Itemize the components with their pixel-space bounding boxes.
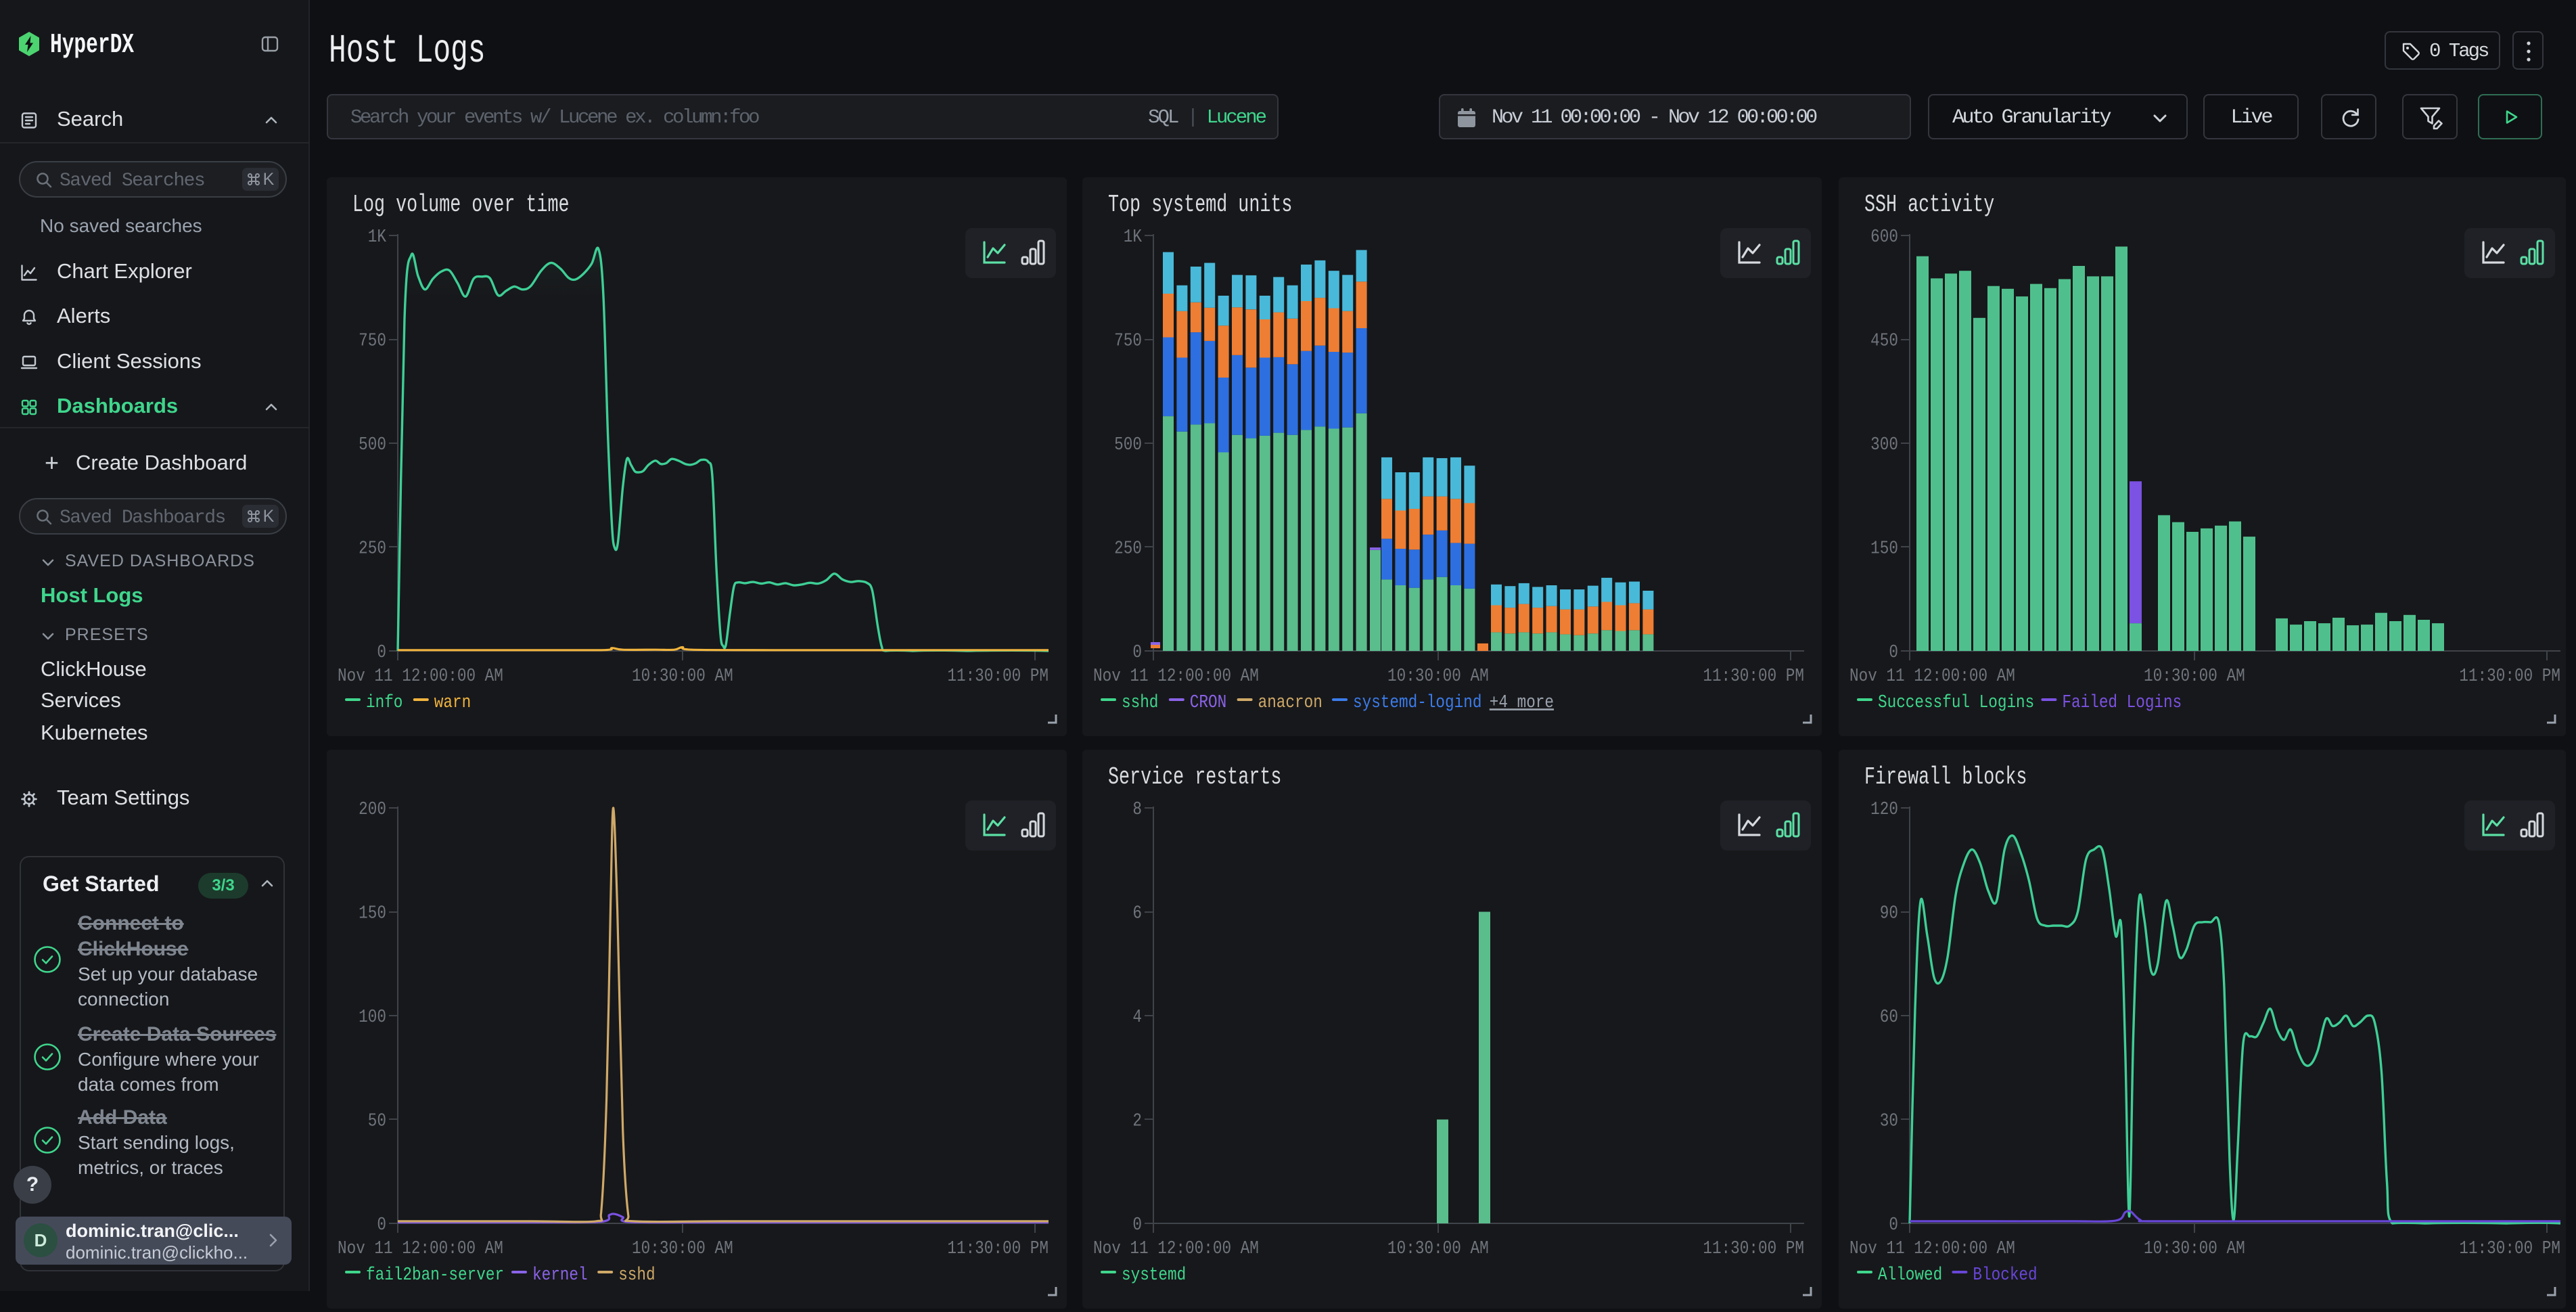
svg-text:50: 50 <box>368 1111 386 1131</box>
svg-text:150: 150 <box>1870 539 1898 559</box>
svg-text:4: 4 <box>1132 1007 1142 1027</box>
svg-text:0: 0 <box>1889 1215 1898 1235</box>
svg-text:500: 500 <box>1114 434 1142 455</box>
svg-text:kernel: kernel <box>532 1265 588 1285</box>
svg-text:2: 2 <box>1132 1111 1142 1131</box>
svg-text:Failed Logins: Failed Logins <box>2062 692 2182 712</box>
svg-text:Top systemd units: Top systemd units <box>1108 190 1292 219</box>
svg-text:Nov 11 12:00:00 AM: Nov 11 12:00:00 AM <box>1093 666 1259 686</box>
svg-text:250: 250 <box>359 539 386 559</box>
svg-text:fail2ban-server: fail2ban-server <box>366 1265 504 1285</box>
svg-text:Log volume over time: Log volume over time <box>352 190 570 219</box>
svg-text:1K: 1K <box>1124 227 1142 247</box>
svg-text:Nov 11 12:00:00 AM: Nov 11 12:00:00 AM <box>1093 1238 1259 1259</box>
svg-text:Blocked: Blocked <box>1973 1265 2037 1285</box>
svg-text:+4 more: +4 more <box>1490 692 1554 712</box>
svg-text:0: 0 <box>377 1215 386 1235</box>
svg-text:0: 0 <box>1132 642 1142 662</box>
svg-text:750: 750 <box>359 331 386 351</box>
svg-text:sshd: sshd <box>1122 692 1158 712</box>
svg-text:300: 300 <box>1870 434 1898 455</box>
svg-text:systemd: systemd <box>1122 1265 1186 1285</box>
svg-text:0: 0 <box>1889 642 1898 662</box>
svg-text:anacron: anacron <box>1258 692 1322 712</box>
svg-text:11:30:00 PM: 11:30:00 PM <box>1703 666 1804 686</box>
svg-text:120: 120 <box>1870 799 1898 819</box>
svg-text:Nov 11 12:00:00 AM: Nov 11 12:00:00 AM <box>1849 666 2015 686</box>
svg-text:systemd-logind: systemd-logind <box>1353 692 1481 712</box>
svg-text:200: 200 <box>359 799 386 819</box>
svg-text:90: 90 <box>1880 903 1898 924</box>
svg-text:11:30:00 PM: 11:30:00 PM <box>2459 666 2560 686</box>
svg-text:SSH activity: SSH activity <box>1864 190 1994 219</box>
svg-text:600: 600 <box>1870 227 1898 247</box>
svg-text:500: 500 <box>359 434 386 455</box>
svg-text:0: 0 <box>1132 1215 1142 1235</box>
svg-text:8: 8 <box>1132 799 1142 819</box>
svg-text:10:30:00 AM: 10:30:00 AM <box>632 1238 733 1259</box>
svg-text:Firewall blocks: Firewall blocks <box>1864 763 2027 791</box>
svg-text:sshd: sshd <box>618 1265 655 1285</box>
svg-text:Nov 11 12:00:00 AM: Nov 11 12:00:00 AM <box>338 666 503 686</box>
svg-text:150: 150 <box>359 903 386 924</box>
svg-text:CRON: CRON <box>1190 692 1226 712</box>
svg-text:10:30:00 AM: 10:30:00 AM <box>1387 666 1489 686</box>
svg-text:11:30:00 PM: 11:30:00 PM <box>2459 1238 2560 1259</box>
svg-text:Nov 11 12:00:00 AM: Nov 11 12:00:00 AM <box>338 1238 503 1259</box>
svg-text:60: 60 <box>1880 1007 1898 1027</box>
svg-text:0: 0 <box>377 642 386 662</box>
svg-text:Successful Logins: Successful Logins <box>1878 692 2034 712</box>
svg-text:100: 100 <box>359 1007 386 1027</box>
svg-text:11:30:00 PM: 11:30:00 PM <box>1703 1238 1804 1259</box>
svg-text:10:30:00 AM: 10:30:00 AM <box>632 666 733 686</box>
svg-text:250: 250 <box>1114 539 1142 559</box>
svg-text:1K: 1K <box>368 227 386 247</box>
svg-text:11:30:00 PM: 11:30:00 PM <box>947 1238 1049 1259</box>
svg-text:Allowed: Allowed <box>1878 1265 1942 1285</box>
svg-text:750: 750 <box>1114 331 1142 351</box>
svg-text:info: info <box>366 692 402 712</box>
svg-text:450: 450 <box>1870 331 1898 351</box>
svg-text:Nov 11 12:00:00 AM: Nov 11 12:00:00 AM <box>1849 1238 2015 1259</box>
svg-text:11:30:00 PM: 11:30:00 PM <box>947 666 1049 686</box>
svg-text:10:30:00 AM: 10:30:00 AM <box>2144 666 2245 686</box>
svg-text:10:30:00 AM: 10:30:00 AM <box>2144 1238 2245 1259</box>
svg-text:6: 6 <box>1132 903 1142 924</box>
svg-text:30: 30 <box>1880 1111 1898 1131</box>
svg-text:10:30:00 AM: 10:30:00 AM <box>1387 1238 1489 1259</box>
svg-text:warn: warn <box>434 692 471 712</box>
svg-text:Service restarts: Service restarts <box>1108 763 1281 791</box>
